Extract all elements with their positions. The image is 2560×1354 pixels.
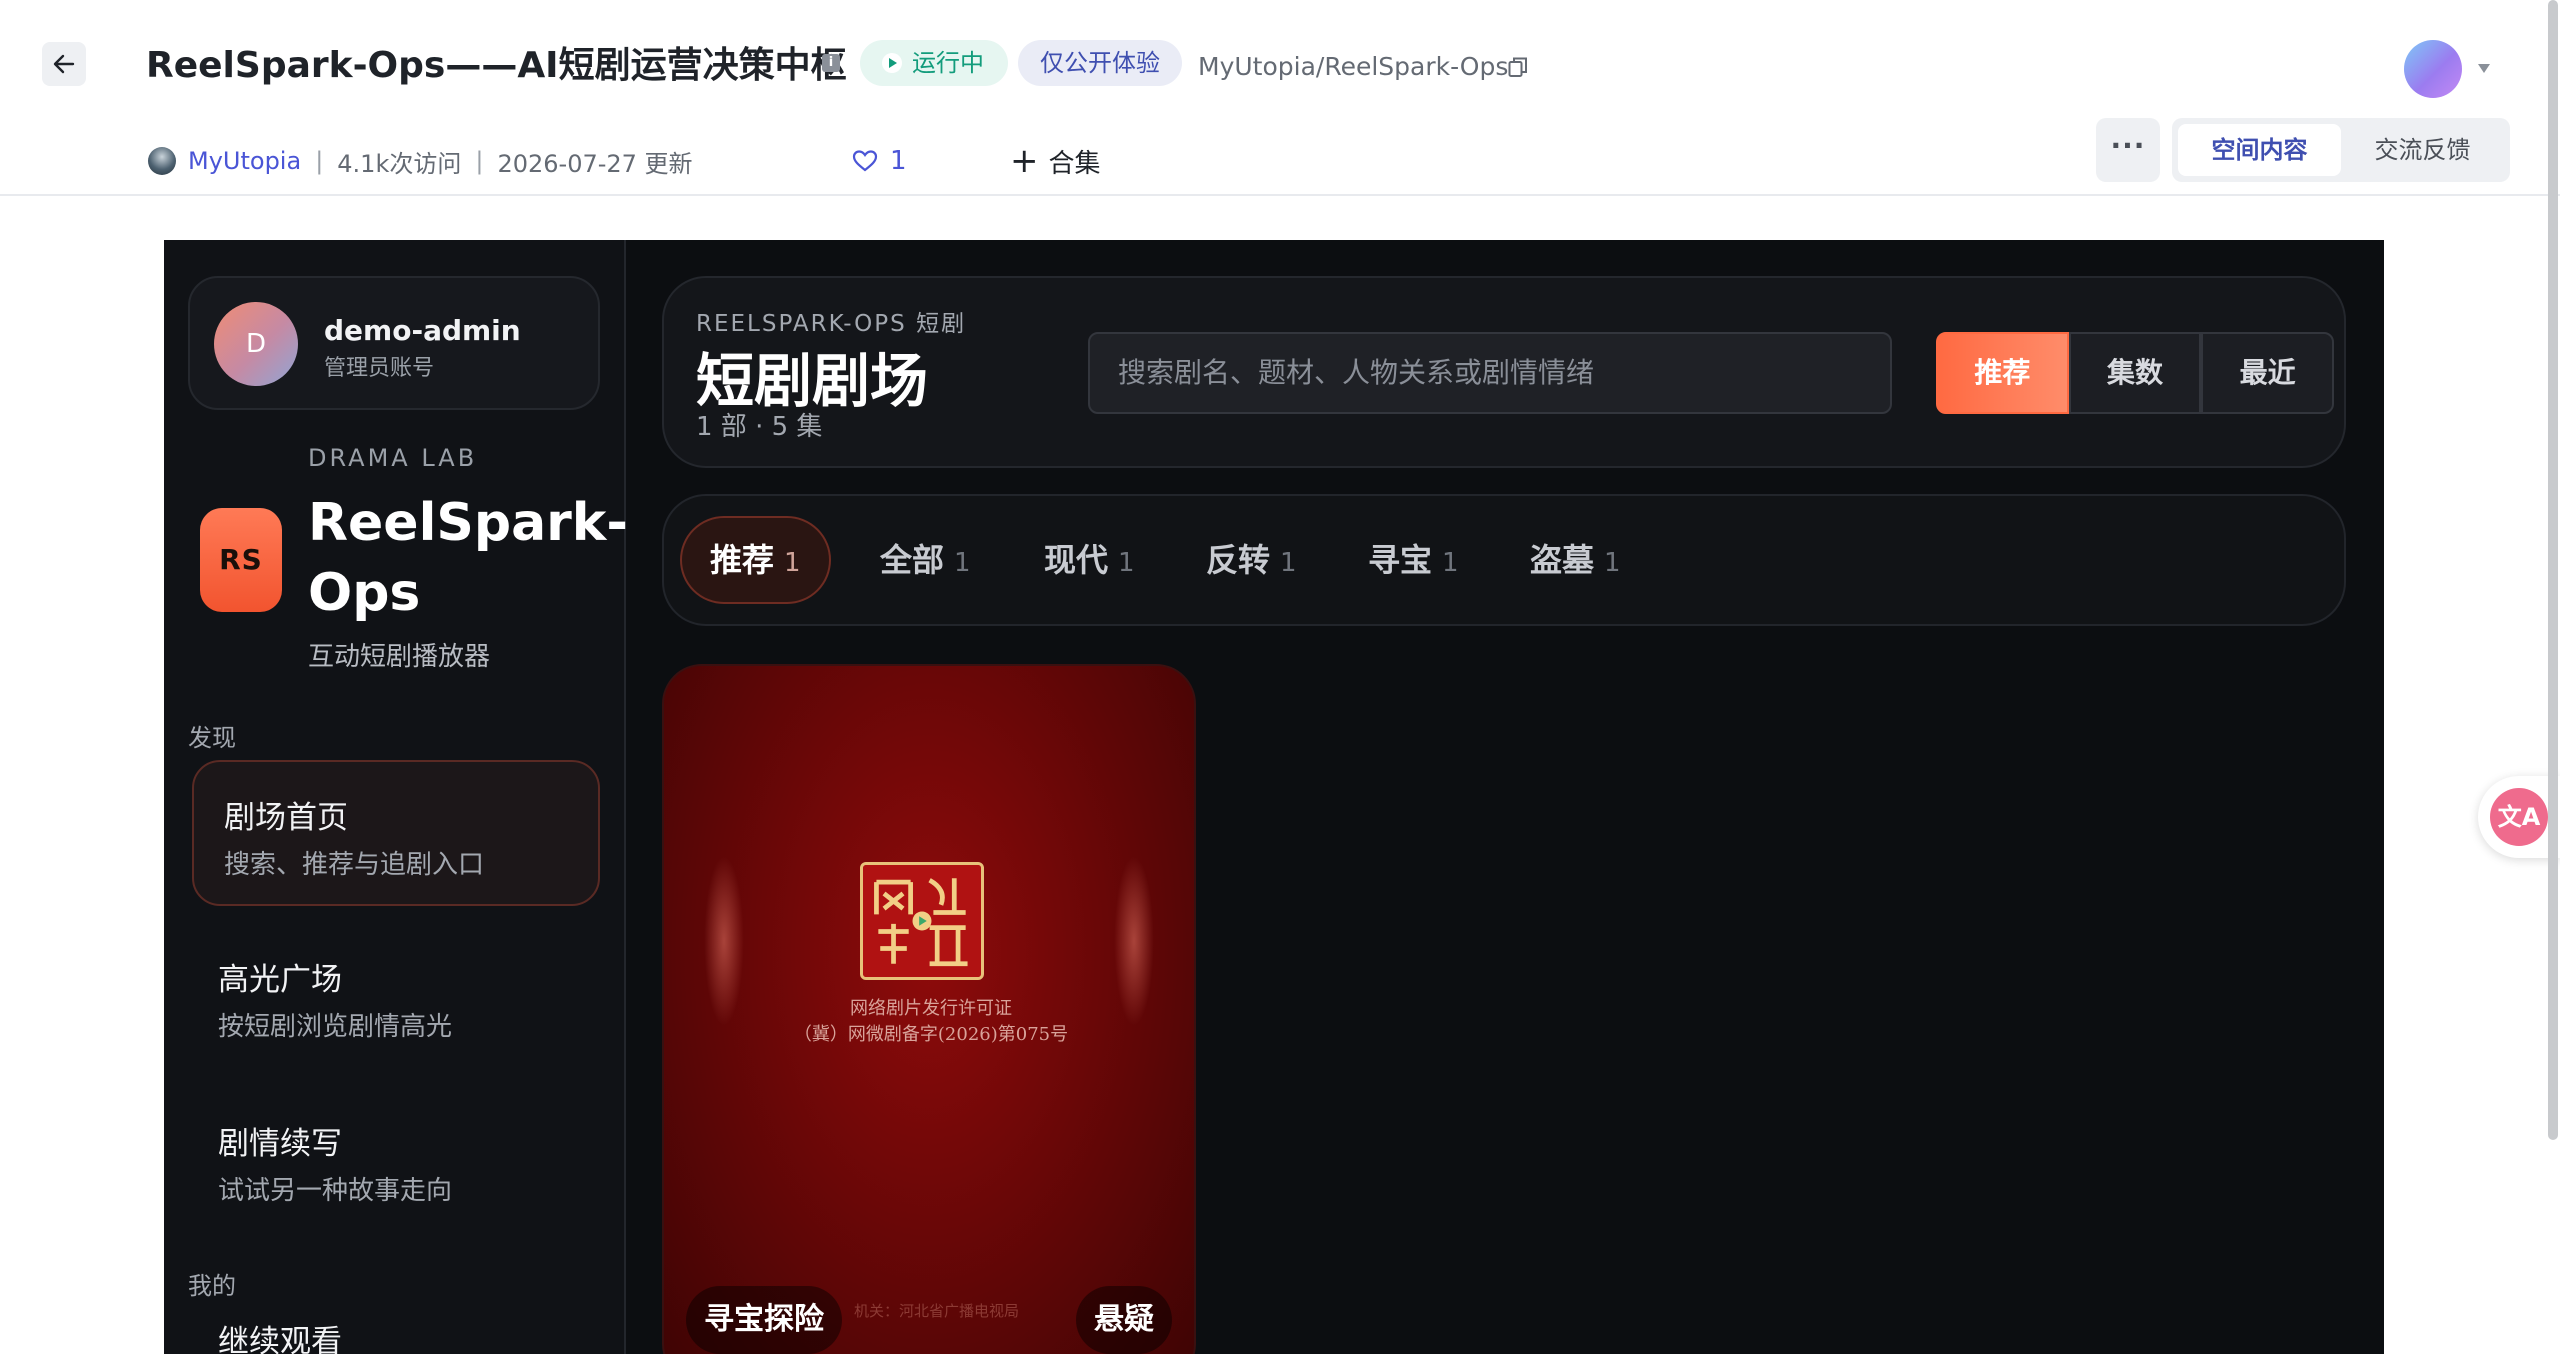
user-card[interactable]: D demo-admin 管理员账号 xyxy=(188,276,600,410)
nav-desc: 搜索、推荐与追剧入口 xyxy=(224,850,485,880)
info-icon[interactable]: i xyxy=(822,54,840,72)
author-avatar xyxy=(148,147,176,175)
chip-label: 反转 xyxy=(1206,541,1271,579)
license-seal-icon xyxy=(860,862,984,980)
visibility-badge: 仅公开体验 xyxy=(1018,40,1182,86)
chip-label: 现代 xyxy=(1044,541,1109,579)
theater-hero: REELSPARK-OPS 短剧 短剧剧场 1 部 · 5 集 搜索剧名、题材、… xyxy=(662,276,2346,468)
brand-logo: RS xyxy=(200,508,282,612)
license-number: （冀）网微剧备字(2026)第075号 xyxy=(793,1024,1069,1045)
translate-icon: 文A xyxy=(2490,788,2548,846)
add-to-collection-button[interactable]: + 合集 xyxy=(1010,141,1101,181)
play-icon xyxy=(882,53,902,73)
search-input[interactable]: 搜索剧名、题材、人物关系或剧情情绪 xyxy=(1088,332,1892,414)
tab-feedback[interactable]: 交流反馈 xyxy=(2341,124,2504,176)
genre-tag: 寻宝探险 xyxy=(686,1286,842,1354)
brand-subtitle: 互动短剧播放器 xyxy=(308,642,491,672)
visit-count: 4.1k次访问 xyxy=(337,149,462,178)
heart-icon xyxy=(852,150,878,172)
back-button[interactable] xyxy=(42,42,86,86)
sort-episodes-button[interactable]: 集数 xyxy=(2068,332,2202,414)
chip-count: 1 xyxy=(954,548,971,578)
section-mine: 我的 xyxy=(188,1272,236,1300)
chip-count: 1 xyxy=(784,548,801,578)
sidebar-item-highlights[interactable]: 高光广场 按短剧浏览剧情高光 xyxy=(188,924,596,1070)
hero-kicker: REELSPARK-OPS 短剧 xyxy=(696,311,967,337)
chip-label: 盗墓 xyxy=(1530,541,1595,579)
sidebar-item-continue-watching[interactable]: 继续观看 xyxy=(188,1302,596,1354)
space-header: ReelSpark-Ops——AI短剧运营决策中枢 i 运行中 仅公开体验 My… xyxy=(0,0,2560,196)
app-sidebar: D demo-admin 管理员账号 DRAMA LAB RS ReelSpar… xyxy=(164,240,628,1354)
page-scrollbar[interactable] xyxy=(2548,0,2558,1140)
filter-chip-all[interactable]: 全部 1 xyxy=(880,516,971,604)
copy-icon[interactable] xyxy=(1508,56,1528,78)
nav-title: 剧场首页 xyxy=(224,800,348,836)
status-text: 运行中 xyxy=(912,49,984,77)
filter-chip-twist[interactable]: 反转 1 xyxy=(1206,516,1297,604)
chip-count: 1 xyxy=(1604,548,1621,578)
tab-space-content[interactable]: 空间内容 xyxy=(2178,124,2341,176)
nav-desc: 试试另一种故事走向 xyxy=(218,1176,453,1206)
embedded-app: D demo-admin 管理员账号 DRAMA LAB RS ReelSpar… xyxy=(164,240,2384,1354)
drama-card[interactable]: 网络剧片发行许可证 （冀）网微剧备字(2026)第075号 机关：河北省广播电视… xyxy=(662,664,1196,1354)
nav-desc: 按短剧浏览剧情高光 xyxy=(218,1012,453,1042)
chip-count: 1 xyxy=(1442,548,1459,578)
meta-divider: | xyxy=(315,147,324,175)
chip-count: 1 xyxy=(1118,548,1135,578)
space-tabs: 空间内容 交流反馈 xyxy=(2172,118,2510,182)
user-name: demo-admin xyxy=(324,314,521,347)
more-icon[interactable]: ··· xyxy=(2096,118,2160,182)
like-button[interactable]: 1 xyxy=(852,144,907,178)
app-main: REELSPARK-OPS 短剧 短剧剧场 1 部 · 5 集 搜索剧名、题材、… xyxy=(626,240,2384,1354)
license-authority: 机关：河北省广播电视局 xyxy=(854,1302,1020,1320)
license-title: 网络剧片发行许可证 xyxy=(850,998,1012,1019)
meta-divider: | xyxy=(475,147,484,175)
filter-chip-recommended[interactable]: 推荐 1 xyxy=(680,516,831,604)
drama-count: 1 部 · 5 集 xyxy=(696,412,823,442)
section-discover: 发现 xyxy=(188,724,236,752)
sort-toggle: 推荐 集数 最近 xyxy=(1936,332,2335,414)
genre-tag: 悬疑 xyxy=(1076,1286,1172,1354)
chip-label: 推荐 xyxy=(710,541,775,579)
user-role: 管理员账号 xyxy=(324,356,435,381)
sidebar-item-continue-writing[interactable]: 剧情续写 试试另一种故事走向 xyxy=(188,1088,596,1234)
chip-label: 全部 xyxy=(880,541,945,579)
nav-title: 剧情续写 xyxy=(218,1126,342,1162)
chip-label: 寻宝 xyxy=(1368,541,1433,579)
genre-filter-bar: 推荐 1 全部 1 现代 1 反转 1 寻宝 1 盗墓 1 xyxy=(662,494,2346,626)
space-meta: MyUtopia | 4.1k次访问 | 2026-07-27 更新 xyxy=(148,144,693,178)
status-badge: 运行中 xyxy=(860,40,1008,86)
brand-kicker: DRAMA LAB xyxy=(308,444,478,472)
filter-chip-modern[interactable]: 现代 1 xyxy=(1044,516,1135,604)
repo-path[interactable]: MyUtopia/ReelSpark-Ops xyxy=(1198,52,1508,81)
brand-name: ReelSpark-Ops xyxy=(308,493,628,623)
collection-label: 合集 xyxy=(1048,148,1101,179)
page-title: ReelSpark-Ops——AI短剧运营决策中枢 xyxy=(146,45,847,86)
user-initial-avatar: D xyxy=(214,302,298,386)
back-arrow-icon xyxy=(53,54,75,74)
sort-recommended-button[interactable]: 推荐 xyxy=(1936,332,2069,414)
updated-date: 2026-07-27 更新 xyxy=(497,149,693,178)
user-avatar[interactable] xyxy=(2404,40,2462,98)
plus-icon: + xyxy=(1010,141,1039,181)
caret-down-icon[interactable] xyxy=(2478,64,2490,73)
like-count: 1 xyxy=(890,146,907,176)
filter-chip-treasure[interactable]: 寻宝 1 xyxy=(1368,516,1459,604)
sidebar-item-theater-home[interactable]: 剧场首页 搜索、推荐与追剧入口 xyxy=(192,760,600,906)
chip-count: 1 xyxy=(1280,548,1297,578)
filter-chip-tomb-raiding[interactable]: 盗墓 1 xyxy=(1530,516,1621,604)
nav-title: 继续观看 xyxy=(218,1324,342,1354)
nav-title: 高光广场 xyxy=(218,962,342,998)
sort-recent-button[interactable]: 最近 xyxy=(2201,332,2335,414)
author-link[interactable]: MyUtopia xyxy=(188,147,301,175)
